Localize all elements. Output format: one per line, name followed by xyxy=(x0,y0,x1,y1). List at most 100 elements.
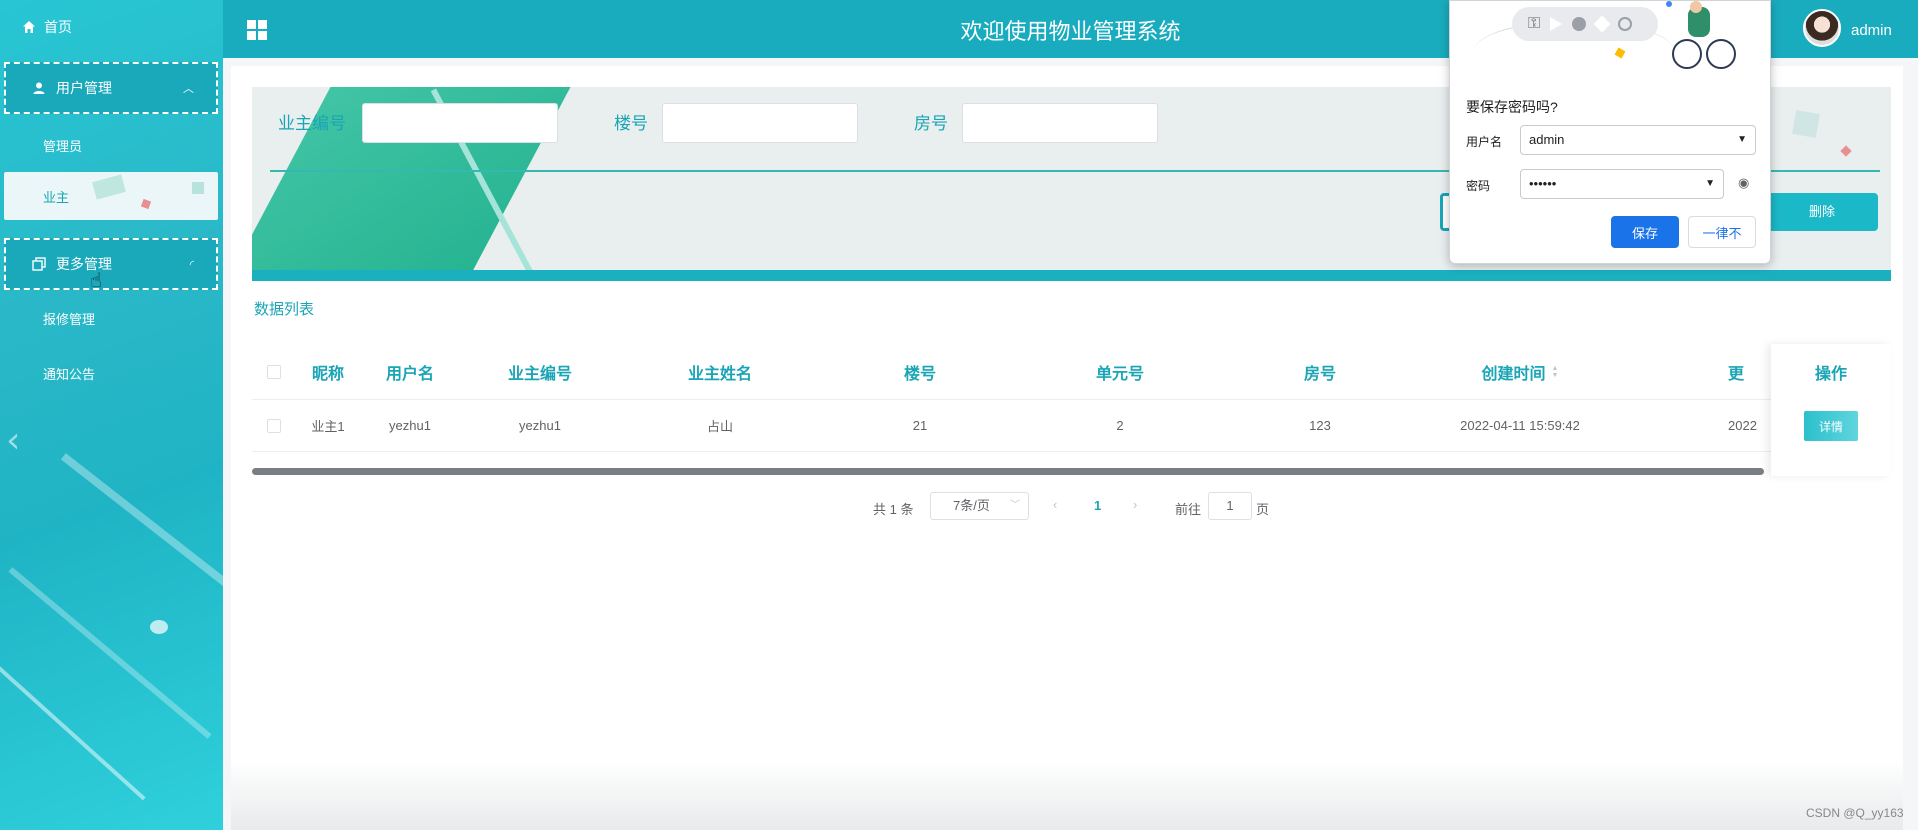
sidebar-item-label: 首页 xyxy=(44,19,72,35)
sidebar-group-label: 用户管理 xyxy=(56,80,112,96)
password-field[interactable]: •••••• ▼ xyxy=(1520,169,1724,199)
next-page-icon[interactable]: › xyxy=(1133,497,1137,512)
password-label: 密码 xyxy=(1466,179,1491,193)
password-pill-illustration: ⚿ xyxy=(1512,7,1658,41)
save-password-popup: ⚿ 要保存密码吗? 用户名 admin ▼ 密码 •••••• ▼ ◉ 保存 一… xyxy=(1449,0,1771,264)
username-field[interactable]: admin ▼ xyxy=(1520,125,1756,155)
page-number[interactable]: 1 xyxy=(1094,498,1101,513)
sidebar-decoration xyxy=(8,567,212,739)
sidebar-item-owner[interactable]: 业主 xyxy=(4,172,218,220)
column-header[interactable]: 楼号 xyxy=(820,344,1020,399)
page-unit-label: 页 xyxy=(1256,502,1270,517)
page-size-select[interactable]: 7条/页 ﹀ xyxy=(930,492,1029,520)
sidebar-item-label: 管理员 xyxy=(43,138,83,154)
action-cell: 详情 xyxy=(1771,400,1891,452)
table-header: 昵称 用户名 业主编号 业主姓名 楼号 单元号 房号 创建时间 ▲ ▼ 更 xyxy=(252,344,1891,400)
copy-icon xyxy=(32,257,46,271)
cell-nickname: 业主1 xyxy=(311,419,345,434)
row-select-cell xyxy=(252,400,296,451)
column-header[interactable]: 业主编号 xyxy=(460,344,620,399)
panel-bottom-bar xyxy=(252,270,1891,281)
cell-room: 123 xyxy=(1309,418,1331,433)
user-name[interactable]: admin xyxy=(1851,22,1892,39)
column-header[interactable]: 更 xyxy=(1620,344,1770,399)
popup-title: 要保存密码吗? xyxy=(1466,99,1558,115)
panel-decoration xyxy=(1840,145,1852,157)
pagination-total: 共 1 条 xyxy=(873,502,914,517)
room-label: 房号 xyxy=(914,114,948,133)
sidebar-item-label: 报修管理 xyxy=(43,311,96,327)
select-all-cell xyxy=(252,344,296,399)
username-label: 用户名 xyxy=(1466,135,1503,149)
cell-updated: 2022 xyxy=(1728,418,1757,433)
password-value: •••••• xyxy=(1529,176,1557,191)
cell-username: yezhu1 xyxy=(389,418,431,433)
list-title: 数据列表 xyxy=(254,301,315,318)
room-input[interactable] xyxy=(962,103,1158,143)
sidebar-group-label: 更多管理 xyxy=(56,256,112,272)
goto-page-input[interactable]: 1 xyxy=(1208,492,1252,520)
page-size-value: 7条/页 xyxy=(953,498,990,513)
dropdown-caret-icon: ▼ xyxy=(1737,134,1747,145)
sort-icon[interactable]: ▲ ▼ xyxy=(1552,365,1559,379)
popup-illustration: ⚿ xyxy=(1450,1,1772,81)
cell-owner-name: 占山 xyxy=(706,419,733,434)
cell-unit: 2 xyxy=(1116,418,1124,433)
delete-button-label: 删除 xyxy=(1808,204,1835,219)
sidebar-group-more-management[interactable]: 更多管理 ◜ xyxy=(4,238,218,290)
save-password-button[interactable]: 保存 xyxy=(1611,216,1679,248)
prev-page-icon[interactable]: ‹ xyxy=(1053,497,1057,512)
goto-label: 前往 xyxy=(1175,502,1202,517)
hand-cursor-icon: ☝ xyxy=(90,270,103,292)
sidebar-group-user-management[interactable]: 用户管理 ︿ xyxy=(4,62,218,114)
sidebar-decoration xyxy=(150,620,168,634)
column-header-sortable[interactable]: 创建时间 ▲ ▼ xyxy=(1420,344,1620,399)
owner-no-input[interactable] xyxy=(362,103,558,143)
column-header[interactable]: 业主姓名 xyxy=(620,344,820,399)
cell-building: 21 xyxy=(912,418,928,433)
avatar[interactable] xyxy=(1803,9,1841,47)
building-input[interactable] xyxy=(662,103,858,143)
column-header[interactable]: 单元号 xyxy=(1020,344,1220,399)
loading-spinner-icon: ◜ xyxy=(189,258,194,271)
sidebar-item-label: 通知公告 xyxy=(43,366,96,382)
column-header[interactable]: 房号 xyxy=(1220,344,1420,399)
column-header-label: 创建时间 xyxy=(1481,365,1546,383)
sidebar-item-label: 业主 xyxy=(43,189,70,205)
never-save-button[interactable]: 一律不 xyxy=(1688,216,1756,248)
cell-created: 2022-04-11 15:59:42 xyxy=(1460,418,1580,433)
sidebar-item-home[interactable]: 首页 xyxy=(0,14,223,40)
username-value: admin xyxy=(1529,132,1565,147)
chevron-down-icon: ﹀ xyxy=(1010,500,1020,511)
watermark: CSDN @Q_yy163 xyxy=(1806,806,1904,820)
column-header: 操作 xyxy=(1814,366,1847,383)
data-table: 昵称 用户名 业主编号 业主姓名 楼号 单元号 房号 创建时间 ▲ ▼ 更 业主1… xyxy=(252,344,1891,476)
select-all-checkbox[interactable] xyxy=(267,364,281,379)
column-header[interactable]: 昵称 xyxy=(296,344,360,399)
pagination: 共 1 条 7条/页 ﹀ ‹ 1 › 前往 1 页 xyxy=(0,492,1918,520)
horizontal-scrollbar[interactable] xyxy=(252,468,1764,475)
sidebar-item-repair[interactable]: 报修管理 xyxy=(0,303,223,333)
key-icon: ⚿ xyxy=(1528,15,1541,32)
column-header[interactable]: 用户名 xyxy=(360,344,460,399)
sidebar-decoration xyxy=(60,453,223,595)
delete-button[interactable]: 删除 xyxy=(1766,193,1878,231)
user-icon xyxy=(33,82,45,94)
table-row: 业主1 yezhu1 yezhu1 占山 21 2 123 2022-04-11… xyxy=(252,400,1891,452)
sidebar-item-notice[interactable]: 通知公告 xyxy=(0,358,223,388)
building-label: 楼号 xyxy=(614,114,648,133)
chevron-up-icon: ︿ xyxy=(183,83,194,95)
row-checkbox[interactable] xyxy=(267,418,281,433)
owner-no-label: 业主编号 xyxy=(278,114,346,133)
eye-icon[interactable]: ◉ xyxy=(1738,175,1749,191)
detail-button[interactable]: 详情 xyxy=(1804,411,1858,441)
home-icon xyxy=(23,21,35,33)
fixed-action-column: 操作 详情 xyxy=(1771,344,1891,476)
sidebar-item-admin[interactable]: 管理员 xyxy=(0,130,223,160)
chevron-left-icon[interactable]: ‹ xyxy=(6,420,20,461)
panel-decoration xyxy=(1792,110,1820,138)
dropdown-caret-icon: ▼ xyxy=(1705,178,1715,189)
bottom-fade xyxy=(231,760,1903,830)
sidebar: 首页 用户管理 ︿ 管理员 业主 更多管理 ◜ 报修管理 通知公告 ‹ ☝ xyxy=(0,0,223,830)
cell-owner-no: yezhu1 xyxy=(519,418,561,433)
